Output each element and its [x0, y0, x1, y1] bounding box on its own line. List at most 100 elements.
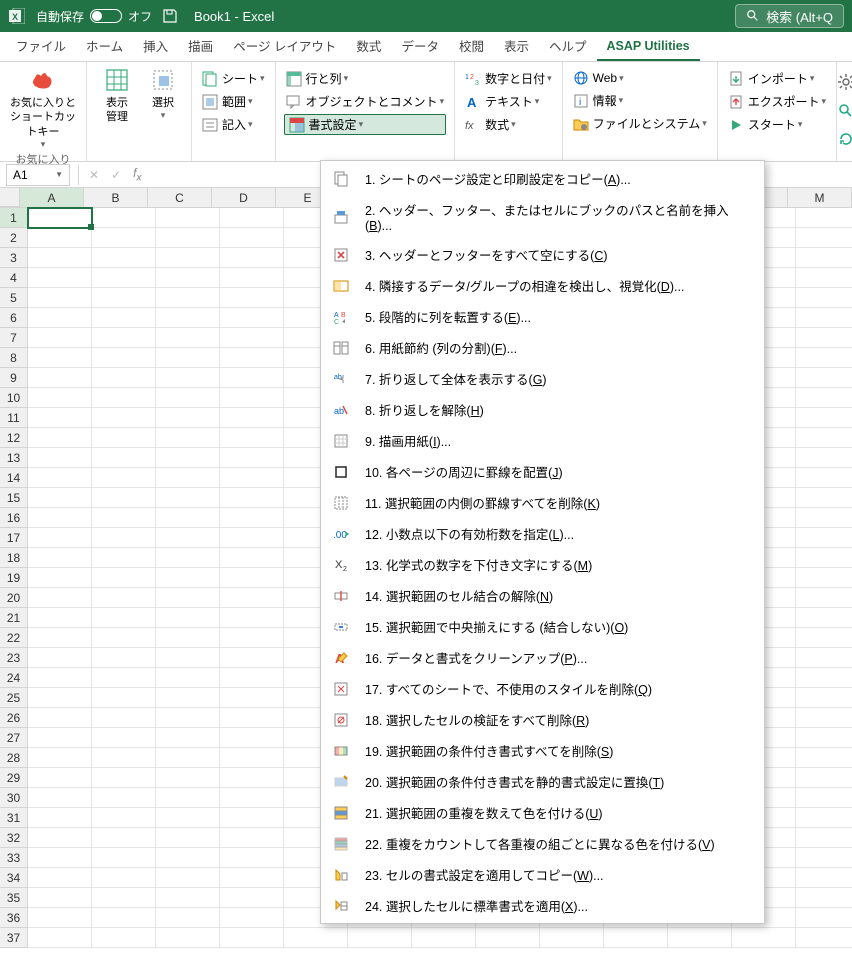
cell[interactable] [156, 688, 220, 708]
cell[interactable] [92, 648, 156, 668]
cell[interactable] [220, 288, 284, 308]
fx-cancel-icon[interactable]: ✕ [83, 168, 105, 182]
row-header[interactable]: 6 [0, 308, 28, 328]
row-header[interactable]: 8 [0, 348, 28, 368]
cell[interactable] [796, 768, 852, 788]
cell[interactable] [156, 548, 220, 568]
cell[interactable] [92, 288, 156, 308]
cell[interactable] [540, 928, 604, 948]
cell[interactable] [220, 888, 284, 908]
cell[interactable] [92, 488, 156, 508]
cell[interactable] [92, 448, 156, 468]
cell[interactable] [156, 268, 220, 288]
cell[interactable] [220, 648, 284, 668]
cell[interactable] [28, 368, 92, 388]
menu-item-17[interactable]: 17. すべてのシートで、不使用のスタイルを削除(Q) [321, 673, 764, 704]
cell[interactable] [92, 668, 156, 688]
cell[interactable] [220, 388, 284, 408]
col-header[interactable]: B [84, 188, 148, 207]
cell[interactable] [92, 768, 156, 788]
cell[interactable] [220, 628, 284, 648]
cell[interactable] [796, 428, 852, 448]
cell[interactable] [92, 748, 156, 768]
cell[interactable] [796, 788, 852, 808]
cell[interactable] [92, 508, 156, 528]
cell[interactable] [28, 488, 92, 508]
cell[interactable] [220, 208, 284, 228]
cell[interactable] [92, 588, 156, 608]
row-header[interactable]: 21 [0, 608, 28, 628]
row-header[interactable]: 25 [0, 688, 28, 708]
cell[interactable] [796, 448, 852, 468]
cell[interactable] [220, 228, 284, 248]
cell[interactable] [92, 628, 156, 648]
select-button[interactable]: 選択▾ [143, 66, 183, 122]
menu-item-4[interactable]: 4. 隣接するデータ/グループの相違を検出し、視覚化(D)... [321, 270, 764, 301]
cell[interactable] [156, 768, 220, 788]
cell[interactable] [156, 868, 220, 888]
view-mgmt-button[interactable]: 表示 管理 [95, 66, 139, 125]
cell[interactable] [796, 888, 852, 908]
cell[interactable] [796, 488, 852, 508]
menu-item-1[interactable]: 1. シートのページ設定と印刷設定をコピー(A)... [321, 163, 764, 194]
cell[interactable] [796, 308, 852, 328]
row-header[interactable]: 33 [0, 848, 28, 868]
cell[interactable] [92, 688, 156, 708]
cell[interactable] [28, 648, 92, 668]
cell[interactable] [796, 608, 852, 628]
cell[interactable] [92, 408, 156, 428]
cell[interactable] [156, 348, 220, 368]
cell[interactable] [796, 248, 852, 268]
row-header[interactable]: 22 [0, 628, 28, 648]
cell[interactable] [796, 368, 852, 388]
cell[interactable] [220, 608, 284, 628]
cell[interactable] [796, 588, 852, 608]
cell[interactable] [28, 748, 92, 768]
cell[interactable] [796, 748, 852, 768]
row-header[interactable]: 24 [0, 668, 28, 688]
cell[interactable] [796, 228, 852, 248]
col-header[interactable]: A [20, 188, 84, 207]
cell[interactable] [28, 808, 92, 828]
cell[interactable] [796, 908, 852, 928]
menu-item-13[interactable]: X213. 化学式の数字を下付き文字にする(M) [321, 549, 764, 580]
cell[interactable] [92, 908, 156, 928]
cell[interactable] [28, 428, 92, 448]
cell[interactable] [156, 448, 220, 468]
tab-9[interactable]: ヘルプ [539, 30, 597, 61]
cell[interactable] [220, 708, 284, 728]
web-button[interactable]: Web▾ [571, 68, 709, 88]
cell[interactable] [220, 908, 284, 928]
cell[interactable] [92, 428, 156, 448]
cell[interactable] [220, 488, 284, 508]
row-header[interactable]: 37 [0, 928, 28, 948]
cell[interactable] [220, 868, 284, 888]
cell[interactable] [220, 788, 284, 808]
cell[interactable] [156, 288, 220, 308]
tab-4[interactable]: ページ レイアウト [223, 30, 346, 61]
cell[interactable] [92, 728, 156, 748]
cell[interactable] [92, 888, 156, 908]
favorites-button[interactable]: お気に入りとショートカットキー ▾ [8, 66, 78, 151]
cell[interactable] [220, 588, 284, 608]
row-header[interactable]: 32 [0, 828, 28, 848]
cell[interactable] [156, 848, 220, 868]
menu-item-19[interactable]: 19. 選択範囲の条件付き書式すべてを削除(S) [321, 735, 764, 766]
cell[interactable] [28, 608, 92, 628]
notation-button[interactable]: 記入▾ [200, 114, 267, 135]
cell[interactable] [28, 268, 92, 288]
cell[interactable] [796, 728, 852, 748]
menu-item-12[interactable]: .0012. 小数点以下の有効桁数を指定(L)... [321, 518, 764, 549]
cell[interactable] [28, 728, 92, 748]
row-header[interactable]: 16 [0, 508, 28, 528]
cell[interactable] [796, 348, 852, 368]
format-button[interactable]: 書式設定▾ [284, 114, 447, 135]
menu-item-20[interactable]: 20. 選択範囲の条件付き書式を静的書式設定に置換(T) [321, 766, 764, 797]
col-header[interactable]: M [788, 188, 852, 207]
row-header[interactable]: 35 [0, 888, 28, 908]
cell[interactable] [28, 668, 92, 688]
cell[interactable] [156, 228, 220, 248]
cell[interactable] [220, 828, 284, 848]
row-header[interactable]: 13 [0, 448, 28, 468]
cell[interactable] [92, 368, 156, 388]
